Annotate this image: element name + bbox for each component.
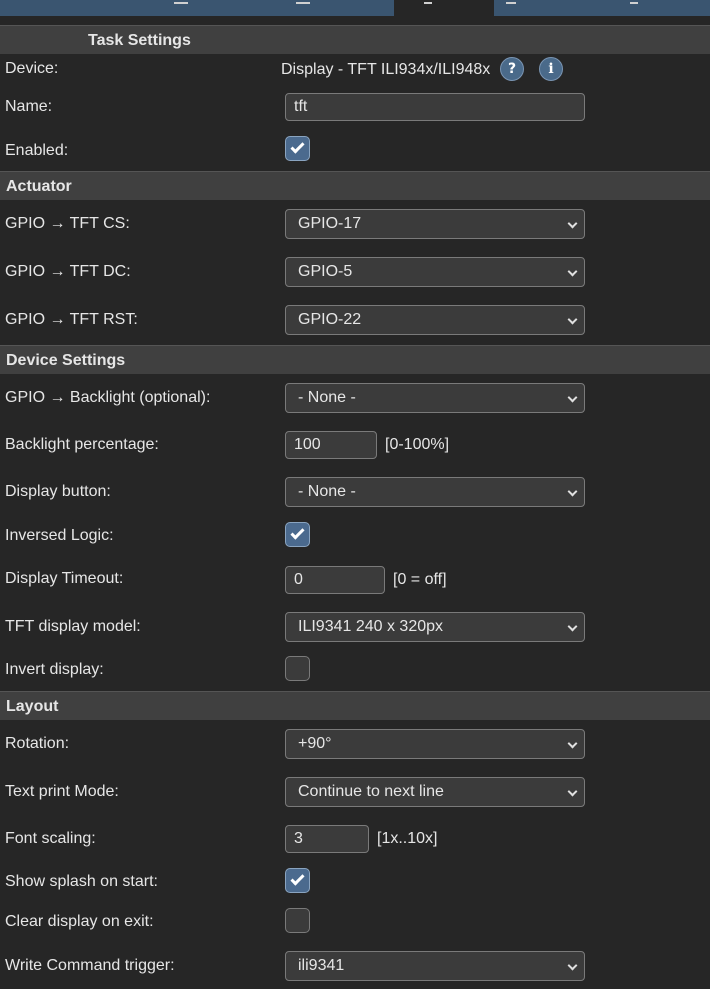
tft-dc-label: GPIO → TFT DC:	[5, 263, 131, 280]
font-scaling-value: 3	[294, 830, 303, 847]
section-layout: Layout	[0, 691, 710, 720]
backlight-percentage-hint: [0-100%]	[385, 436, 450, 453]
tab-icon	[296, 0, 310, 4]
display-button-select[interactable]: - None -	[285, 477, 585, 507]
display-timeout-input[interactable]: 0	[285, 566, 385, 594]
name-input-value: tft	[294, 98, 308, 115]
section-actuator: Actuator	[0, 171, 710, 200]
tft-cs-select[interactable]: GPIO-17	[285, 209, 585, 239]
backlight-label: GPIO → Backlight (optional):	[5, 389, 211, 406]
inversed-logic-checkbox[interactable]	[285, 522, 310, 547]
tab-left[interactable]	[0, 0, 394, 16]
section-title: Task Settings	[88, 32, 191, 49]
invert-display-label: Invert display:	[5, 661, 104, 678]
section-title: Layout	[6, 698, 59, 715]
backlight-select[interactable]: - None -	[285, 383, 585, 413]
chevron-down-icon	[567, 621, 578, 632]
tft-rst-label: GPIO → TFT RST:	[5, 311, 138, 328]
chevron-down-icon	[567, 314, 578, 325]
section-task-settings: Task Settings	[0, 25, 710, 54]
info-icon[interactable]: i	[539, 57, 563, 81]
tft-cs-label: GPIO → TFT CS:	[5, 215, 130, 232]
backlight-percentage-label: Backlight percentage:	[5, 436, 159, 453]
text-print-mode-label: Text print Mode:	[5, 783, 119, 800]
tft-model-value: ILI9341 240 x 320px	[298, 618, 444, 635]
show-splash-label: Show splash on start:	[5, 873, 158, 890]
check-icon	[290, 139, 305, 154]
font-scaling-input[interactable]: 3	[285, 825, 369, 853]
name-input[interactable]: tft	[285, 93, 585, 121]
font-scaling-label: Font scaling:	[5, 830, 96, 847]
section-device-settings: Device Settings	[0, 345, 710, 374]
font-scaling-hint: [1x..10x]	[377, 830, 438, 847]
display-button-label: Display button:	[5, 483, 111, 500]
chevron-down-icon	[567, 786, 578, 797]
tft-model-label: TFT display model:	[5, 618, 141, 635]
backlight-percentage-input[interactable]: 100	[285, 431, 377, 459]
chevron-down-icon	[567, 960, 578, 971]
help-icon[interactable]: ?	[500, 57, 524, 81]
display-timeout-label: Display Timeout:	[5, 570, 124, 587]
chevron-down-icon	[567, 266, 578, 277]
enabled-checkbox[interactable]	[285, 136, 310, 161]
write-command-label: Write Command trigger:	[5, 957, 175, 974]
backlight-value: - None -	[298, 389, 356, 406]
chevron-down-icon	[567, 392, 578, 403]
info-icon-glyph: i	[548, 61, 554, 77]
tab-icon	[174, 0, 188, 4]
rotation-select[interactable]: +90°	[285, 729, 585, 759]
inversed-logic-label: Inversed Logic:	[5, 527, 114, 544]
enabled-label: Enabled:	[5, 142, 69, 159]
tft-rst-value: GPIO-22	[298, 311, 362, 328]
device-label: Device:	[5, 60, 59, 77]
text-print-mode-value: Continue to next line	[298, 783, 444, 800]
help-icon-glyph: ?	[507, 61, 517, 77]
clear-display-checkbox[interactable]	[285, 908, 310, 933]
chevron-down-icon	[567, 738, 578, 749]
display-timeout-value: 0	[294, 571, 303, 588]
display-button-value: - None -	[298, 483, 356, 500]
show-splash-checkbox[interactable]	[285, 868, 310, 893]
backlight-percentage-value: 100	[294, 436, 321, 453]
check-icon	[290, 871, 305, 886]
tft-model-select[interactable]: ILI9341 240 x 320px	[285, 612, 585, 642]
rotation-label: Rotation:	[5, 735, 70, 752]
chevron-down-icon	[567, 486, 578, 497]
tab-icon	[506, 0, 516, 4]
text-print-mode-select[interactable]: Continue to next line	[285, 777, 585, 807]
chevron-down-icon	[567, 218, 578, 229]
section-title: Device Settings	[6, 352, 126, 369]
write-command-value: ili9341	[298, 957, 345, 974]
tab-icon	[630, 0, 638, 4]
tft-dc-value: GPIO-5	[298, 263, 353, 280]
tab-right[interactable]	[494, 0, 710, 16]
clear-display-label: Clear display on exit:	[5, 913, 154, 930]
display-timeout-hint: [0 = off]	[393, 571, 447, 588]
tab-bar	[0, 0, 710, 16]
tft-cs-value: GPIO-17	[298, 215, 362, 232]
invert-display-checkbox[interactable]	[285, 656, 310, 681]
section-title: Actuator	[6, 178, 72, 195]
tab-icon	[424, 0, 432, 4]
rotation-value: +90°	[298, 735, 332, 752]
tft-dc-select[interactable]: GPIO-5	[285, 257, 585, 287]
name-label: Name:	[5, 98, 53, 115]
write-command-select[interactable]: ili9341	[285, 951, 585, 981]
check-icon	[290, 525, 305, 540]
device-value: Display - TFT ILI934x/ILI948x	[281, 61, 491, 78]
tft-rst-select[interactable]: GPIO-22	[285, 305, 585, 335]
tab-active[interactable]	[394, 0, 494, 16]
